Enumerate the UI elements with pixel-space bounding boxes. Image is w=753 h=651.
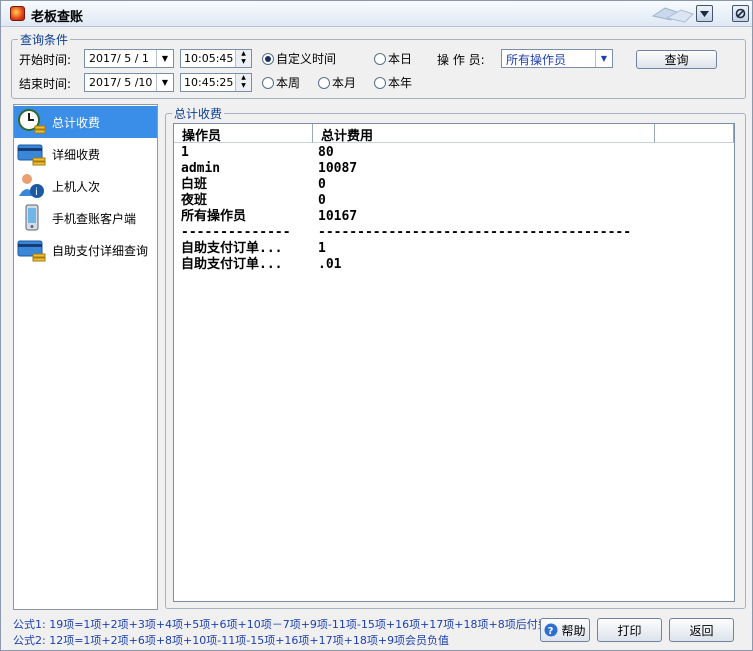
sidebar-item-label: 详细收费 xyxy=(52,147,101,162)
back-button[interactable]: 返回 xyxy=(669,618,734,642)
app-logo-icon xyxy=(10,6,25,21)
radio-custom-time[interactable]: 自定义时间 xyxy=(262,50,336,67)
window-title: 老板查账 xyxy=(31,10,84,25)
operator-cell: 自助支付订单... xyxy=(181,257,283,272)
total-cell: 10087 xyxy=(318,161,358,176)
chevron-down-icon[interactable]: ▼ xyxy=(156,50,173,67)
formula-2: 公式2: 12项=1项+2项+6项+8项+10项-11项-15项+16项+17项… xyxy=(13,634,450,647)
users-info-icon: i xyxy=(17,172,47,200)
total-cell: 0 xyxy=(318,193,326,208)
operator-label: 操 作 员: xyxy=(437,53,485,67)
radio-this-year-dot[interactable] xyxy=(374,76,386,89)
start-time-field[interactable]: 10:05:45 ▲ ▼ xyxy=(180,49,252,68)
radio-this-year-label: 本年 xyxy=(388,76,413,90)
total-cell: ---------------------------------------- xyxy=(318,225,632,240)
radio-custom-time-label: 自定义时间 xyxy=(276,52,337,66)
end-time-spinner[interactable]: ▲ ▼ xyxy=(235,74,251,91)
start-time-spinner[interactable]: ▲ ▼ xyxy=(235,50,251,67)
svg-text:i: i xyxy=(35,187,38,198)
start-date-picker[interactable]: 2017/ 5 / 1 ▼ xyxy=(84,49,174,68)
close-icon xyxy=(735,8,746,19)
mobile-phone-icon xyxy=(17,204,47,232)
total-cell: 10167 xyxy=(318,209,358,224)
start-time-value: 10:05:45 xyxy=(184,52,234,65)
operator-select[interactable]: 所有操作员 ▼ xyxy=(501,49,613,68)
operator-cell: 所有操作员 xyxy=(181,209,247,224)
minimize-button[interactable] xyxy=(696,5,713,22)
end-date-picker[interactable]: 2017/ 5 /10 ▼ xyxy=(84,73,174,92)
total-cell: 0 xyxy=(318,177,326,192)
sidebar-item-label: 上机人次 xyxy=(52,179,101,194)
sidebar-item-label: 自助支付详细查询 xyxy=(52,243,149,258)
chevron-down-icon[interactable]: ▼ xyxy=(156,74,173,91)
window-decoration-icon xyxy=(651,7,694,23)
radio-this-week[interactable]: 本周 xyxy=(262,74,300,91)
total-charges-legend: 总计收费 xyxy=(174,107,223,121)
help-icon: ? xyxy=(544,623,558,637)
print-button[interactable]: 打印 xyxy=(597,618,662,642)
sidebar-item-self-pay-query[interactable]: 自助支付详细查询 xyxy=(14,234,157,266)
radio-custom-time-dot[interactable] xyxy=(262,52,274,65)
query-button[interactable]: 查询 xyxy=(636,50,717,69)
operator-cell: 自助支付订单... xyxy=(181,241,283,256)
operator-cell: 1 xyxy=(181,145,189,160)
start-date-value: 2017/ 5 / 1 xyxy=(89,52,149,65)
total-cell: 1 xyxy=(318,241,326,256)
operator-cell: admin xyxy=(181,161,221,176)
radio-this-year[interactable]: 本年 xyxy=(374,74,412,91)
radio-today[interactable]: 本日 xyxy=(374,50,412,67)
sidebar-item-total-charges[interactable]: 总计收费 xyxy=(14,106,157,138)
sidebar-nav: 总计收费 详细收费 i 上机人次 手机查账客户端 自助支付详细查询 xyxy=(13,104,158,610)
help-button[interactable]: ? 帮助 xyxy=(540,618,590,642)
end-time-label: 结束时间: xyxy=(19,77,72,91)
radio-this-week-dot[interactable] xyxy=(262,76,274,89)
card-coins-icon xyxy=(17,140,47,168)
sidebar-item-sessions[interactable]: i 上机人次 xyxy=(14,170,157,202)
operator-cell: 白班 xyxy=(181,177,208,192)
operator-value: 所有操作员 xyxy=(506,53,567,67)
column-header-operator[interactable]: 操作员 xyxy=(174,124,313,144)
main-window: 老板查账 查询条件 开始时间: 2017/ 5 / 1 ▼ 10:05:45 ▲… xyxy=(0,0,753,651)
column-header-empty xyxy=(655,124,734,143)
chevron-down-icon[interactable]: ▼ xyxy=(595,50,612,67)
chevron-down-icon xyxy=(700,10,709,17)
sidebar-item-label: 总计收费 xyxy=(52,115,101,130)
operator-cell: -------------- xyxy=(181,225,291,240)
operator-cell: 夜班 xyxy=(181,193,208,208)
radio-this-month[interactable]: 本月 xyxy=(318,74,356,91)
total-cell: 80 xyxy=(318,145,334,160)
end-date-value: 2017/ 5 /10 xyxy=(89,76,153,89)
sidebar-item-detailed-charges[interactable]: 详细收费 xyxy=(14,138,157,170)
radio-today-dot[interactable] xyxy=(374,52,386,65)
formula-1: 公式1: 19项=1项+2项+3项+4项+5项+6项+10项－7项+9项-11项… xyxy=(13,618,571,631)
sidebar-item-label: 手机查账客户端 xyxy=(52,211,137,226)
help-label: 帮助 xyxy=(561,623,586,638)
column-header-total[interactable]: 总计费用 xyxy=(313,124,655,144)
end-time-field[interactable]: 10:45:25 ▲ ▼ xyxy=(180,73,252,92)
card-coins-icon xyxy=(17,236,47,264)
radio-today-label: 本日 xyxy=(388,52,413,66)
radio-this-month-dot[interactable] xyxy=(318,76,330,89)
radio-this-week-label: 本周 xyxy=(276,76,301,90)
start-time-label: 开始时间: xyxy=(19,53,72,67)
radio-this-month-label: 本月 xyxy=(332,76,357,90)
query-conditions-legend: 查询条件 xyxy=(20,33,69,47)
summary-list[interactable]: 操作员 总计费用 1 80 admin 10087 白班 0 夜班 0 所有操作员 10167 --… xyxy=(173,123,735,602)
title-bar: 老板查账 xyxy=(1,1,752,27)
total-cell: .01 xyxy=(318,257,342,272)
sidebar-item-mobile-client[interactable]: 手机查账客户端 xyxy=(14,202,157,234)
svg-text:?: ? xyxy=(548,626,554,637)
end-time-value: 10:45:25 xyxy=(184,76,234,89)
close-button[interactable] xyxy=(732,5,749,22)
clock-coins-icon xyxy=(17,108,47,136)
